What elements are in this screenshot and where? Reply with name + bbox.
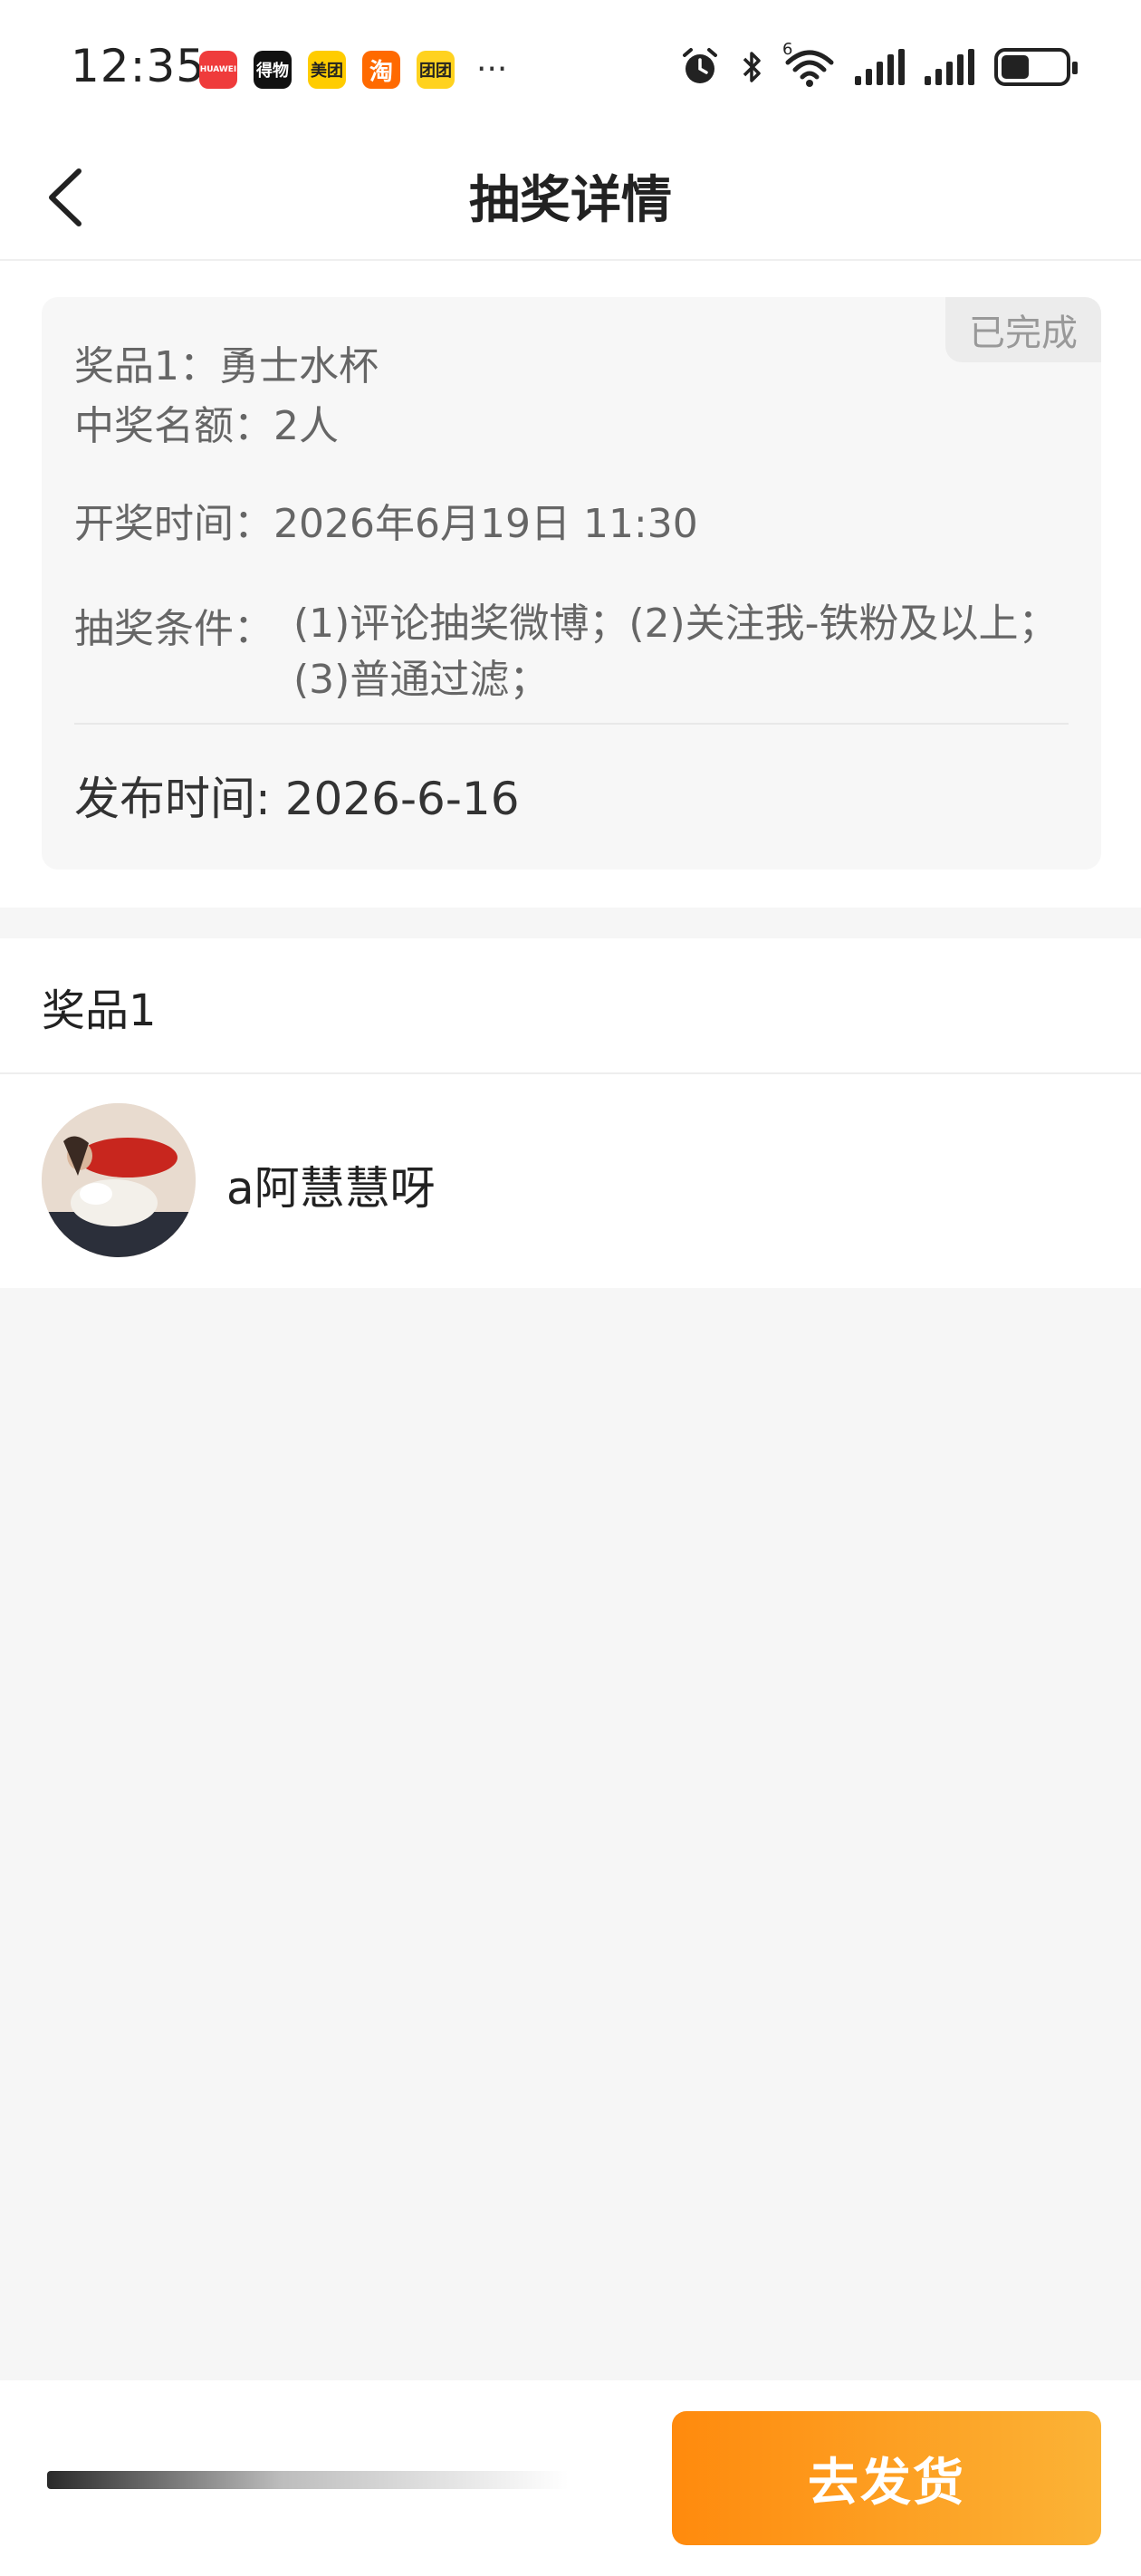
status-time: 12:35 [71,40,206,92]
alarm-icon [679,45,721,89]
system-status-icons: 6 [679,40,1078,89]
draw-time-line: 开奖时间：2026年6月19日 11:30 [74,501,698,547]
dewu-app-icon: 得物 [254,51,292,89]
notification-app-icons: HUAWEI 得物 美团 淘 团团 ··· [199,51,507,89]
lottery-info-card: 已完成 奖品1：勇士水杯 中奖名额：2人 开奖时间：2026年6月19日 11:… [42,297,1101,870]
wifi-icon: 6 [782,40,835,89]
ship-button[interactable]: 去发货 [672,2411,1101,2545]
conditions-label: 抽奖条件： [74,606,273,652]
signal-icon-1 [855,49,905,85]
lottery-info-section: 已完成 奖品1：勇士水杯 中奖名额：2人 开奖时间：2026年6月19日 11:… [0,261,1141,908]
page-title: 抽奖详情 [469,171,672,230]
prize-heading: 奖品1 [42,985,157,1036]
card-divider [74,723,1069,725]
huawei-app-icon: HUAWEI [199,51,237,89]
loading-progress-bar [47,2471,569,2489]
avatar[interactable] [42,1103,196,1257]
more-notifications-icon: ··· [476,51,508,88]
bottom-action-bar: 去发货 [0,2380,1141,2576]
tuanyou-app-icon: 团团 [417,51,455,89]
conditions-value: (1)评论抽奖微博；(2)关注我-铁粉及以上；(3)普通过滤； [293,601,1059,703]
battery-icon [994,45,1078,89]
winners-section: 奖品1 a阿慧慧呀 [0,938,1141,1288]
bluetooth-icon [741,45,764,89]
taobao-app-icon: 淘 [362,51,400,89]
avatar-image [42,1103,196,1257]
status-badge: 已完成 [945,297,1101,362]
meituan-app-icon: 美团 [308,51,346,89]
status-bar: 12:35 HUAWEI 得物 美团 淘 团团 ··· 6 [0,0,1141,136]
section-divider [0,1072,1141,1074]
nav-bar: 抽奖详情 [0,136,1141,261]
quota-line: 中奖名额：2人 [74,403,339,449]
signal-icon-2 [925,49,974,85]
prize-line: 奖品1：勇士水杯 [74,343,379,389]
winner-name[interactable]: a阿慧慧呀 [226,1152,436,1217]
publish-time: 发布时间: 2026-6-16 [74,773,520,825]
network-generation: 6 [782,40,793,59]
